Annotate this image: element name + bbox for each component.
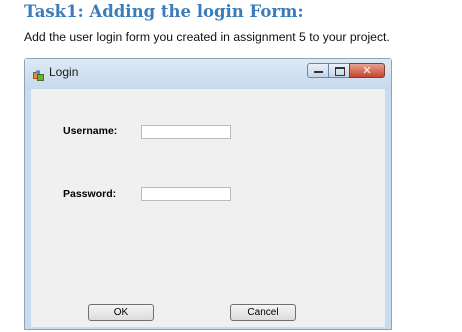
close-icon: ✕ [362,64,372,77]
username-input[interactable] [141,125,231,139]
username-label: Username: [63,125,118,137]
maximize-button[interactable] [328,63,350,78]
minimize-icon [314,71,323,73]
task-heading: Task1: Adding the login Form: [24,2,304,21]
close-button[interactable]: ✕ [349,63,385,78]
ok-button[interactable]: OK [88,304,154,321]
password-input[interactable] [141,187,231,201]
window-titlebar[interactable]: Login ✕ [25,59,391,89]
caption-buttons: ✕ [307,63,385,79]
maximize-icon [335,67,345,76]
password-label: Password: [63,188,117,200]
login-window-screenshot: Login ✕ Username: Password: OK Cancel [24,58,392,330]
login-form: Username: Password: OK Cancel [31,89,385,327]
document-page: Task1: Adding the login Form: Add the us… [0,0,462,332]
cancel-button[interactable]: Cancel [230,304,296,321]
form-app-icon [33,67,45,81]
task-description: Add the user login form you created in a… [24,30,390,44]
minimize-button[interactable] [307,63,329,78]
window-title: Login [49,65,79,79]
